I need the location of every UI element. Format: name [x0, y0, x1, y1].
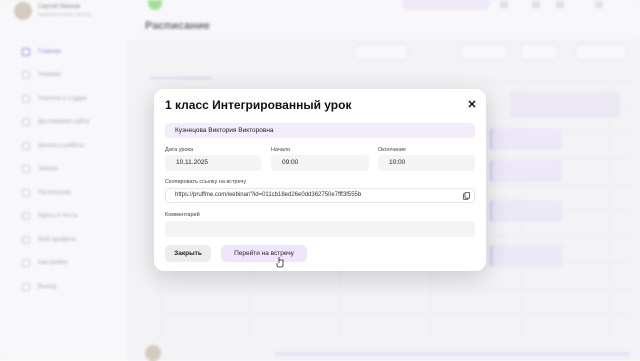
teacher-name: Кузнецова Виктория Викторовна — [165, 123, 475, 138]
start-time-field[interactable]: 09:00 — [271, 155, 369, 171]
comment-label: Комментарий — [165, 212, 200, 218]
comment-field[interactable] — [165, 221, 475, 237]
meeting-link-field[interactable]: https://pruffme.com/webinar/?id=011cb18e… — [165, 188, 475, 203]
meeting-link: https://pruffme.com/webinar/?id=011cb18e… — [175, 192, 362, 198]
start-label: Начало — [271, 147, 291, 153]
lesson-modal: 1 класс Интегрированный урок ✕ Кузнецова… — [154, 89, 486, 271]
date-field[interactable]: 10.11.2025 — [165, 155, 261, 171]
copy-icon[interactable] — [463, 192, 470, 200]
modal-title: 1 класс Интегрированный урок — [165, 98, 352, 112]
date-label: Дата урока — [165, 147, 194, 153]
close-button[interactable]: Закрыть — [165, 245, 211, 262]
close-icon[interactable]: ✕ — [466, 99, 478, 111]
join-meeting-button[interactable]: Перейти на встречу — [221, 245, 307, 262]
link-label: Скопировать ссылку на встречу — [165, 179, 247, 185]
end-label: Окончание — [378, 147, 406, 153]
end-time-field[interactable]: 10:00 — [378, 155, 475, 171]
hand-cursor-icon — [276, 257, 284, 268]
